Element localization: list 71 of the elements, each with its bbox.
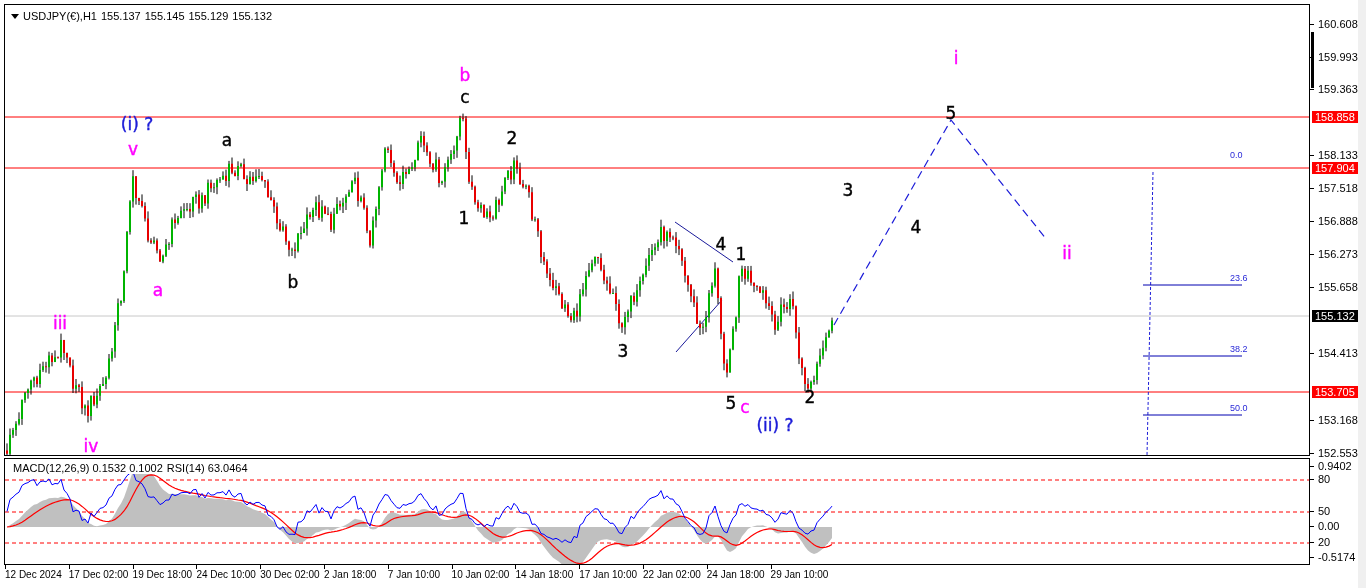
time-label: 17 Dec 02:00 [68, 569, 129, 580]
time-label: 17 Jan 10:00 [579, 569, 637, 580]
indicator-scale-label: 0.00 [1318, 520, 1340, 532]
price-label: 152.553 [1318, 447, 1358, 459]
price-label: 153.168 [1318, 414, 1358, 426]
price-level-marker: 158.858 [1312, 111, 1358, 123]
price-label: 158.133 [1318, 149, 1358, 161]
indicator-scale-label: -0.5174 [1318, 551, 1356, 563]
indicator-scale-label: 20 [1318, 536, 1331, 548]
time-label: 7 Jan 10:00 [387, 569, 441, 580]
wave-label: c [740, 398, 750, 416]
time-label: 30 Dec 02:00 [260, 569, 320, 580]
price-level-marker: 155.132 [1312, 310, 1358, 322]
fib-level-label: 0.0 [1230, 151, 1243, 160]
wave-label: 1 [458, 209, 470, 227]
price-label: 160.608 [1318, 18, 1358, 30]
wave-label: 1 [735, 245, 747, 263]
wave-label: 4 [715, 235, 727, 253]
price-label: 156.273 [1318, 248, 1358, 260]
wave-label: 2 [506, 129, 518, 147]
quote-value: 155.137 [100, 10, 141, 22]
wave-label: (i) ? [120, 115, 154, 133]
quote-value: 155.129 [188, 10, 229, 22]
wave-label: v [127, 140, 139, 158]
wave-label: 4 [910, 218, 922, 236]
time-label: 12 Dec 2024 [5, 569, 62, 580]
price-label: 156.888 [1318, 215, 1358, 227]
fib-level-label: 38.2 [1230, 345, 1248, 354]
wave-label: b [287, 273, 299, 291]
symbol-label: USDJPY(€),H1 [23, 10, 97, 22]
price-level-marker: 157.904 [1312, 162, 1358, 174]
wave-label: (ii) ? [756, 416, 794, 434]
quote-value: 155.145 [144, 10, 185, 22]
wave-label: 5 [945, 104, 957, 122]
fib-level-label: 23.6 [1230, 274, 1248, 283]
wave-label: 3 [617, 342, 629, 360]
wave-label: b [459, 66, 471, 84]
wave-label: 2 [804, 388, 816, 406]
time-label: 14 Jan 18:00 [515, 569, 574, 580]
wave-label: 3 [842, 181, 854, 199]
trend-line [675, 299, 723, 353]
price-label: 154.413 [1318, 347, 1358, 359]
price-label: 159.993 [1318, 51, 1358, 63]
wave-label: i [953, 49, 959, 67]
macd-readout: MACD(12,26,9) 0.1532 0.1002 [13, 462, 163, 474]
time-label: 19 Dec 18:00 [132, 569, 193, 580]
price-label: 159.363 [1318, 83, 1358, 95]
wave-label: iii [52, 314, 68, 332]
caret-icon[interactable] [11, 13, 19, 19]
wave-label: a [152, 281, 164, 299]
price-label: 157.518 [1318, 182, 1358, 194]
wave-label: a [221, 131, 233, 149]
indicator-scale-label: 50 [1318, 505, 1331, 517]
price-label: 155.658 [1318, 281, 1358, 293]
trend-line [674, 221, 734, 263]
wave-label: 5 [725, 394, 737, 412]
time-label: 2 Jan 18:00 [324, 569, 377, 580]
price-level-marker: 153.705 [1312, 386, 1358, 398]
wave-label: ii [1062, 244, 1072, 262]
time-label: 29 Jan 10:00 [770, 569, 829, 580]
wave-label: c [460, 88, 470, 106]
wave-label: iv [83, 437, 99, 455]
indicator-scale-label: 80 [1318, 473, 1331, 485]
time-label: 24 Dec 10:00 [196, 569, 256, 580]
time-label: 22 Jan 02:00 [643, 569, 701, 580]
fib-level-label: 50.0 [1230, 404, 1248, 413]
rsi-readout: RSI(14) 63.0464 [166, 462, 248, 474]
indicator-scale-label: 0.9402 [1318, 460, 1352, 472]
time-label: 24 Jan 18:00 [706, 569, 765, 580]
quote-value: 155.132 [232, 10, 273, 22]
time-label: 10 Jan 02:00 [451, 569, 510, 580]
